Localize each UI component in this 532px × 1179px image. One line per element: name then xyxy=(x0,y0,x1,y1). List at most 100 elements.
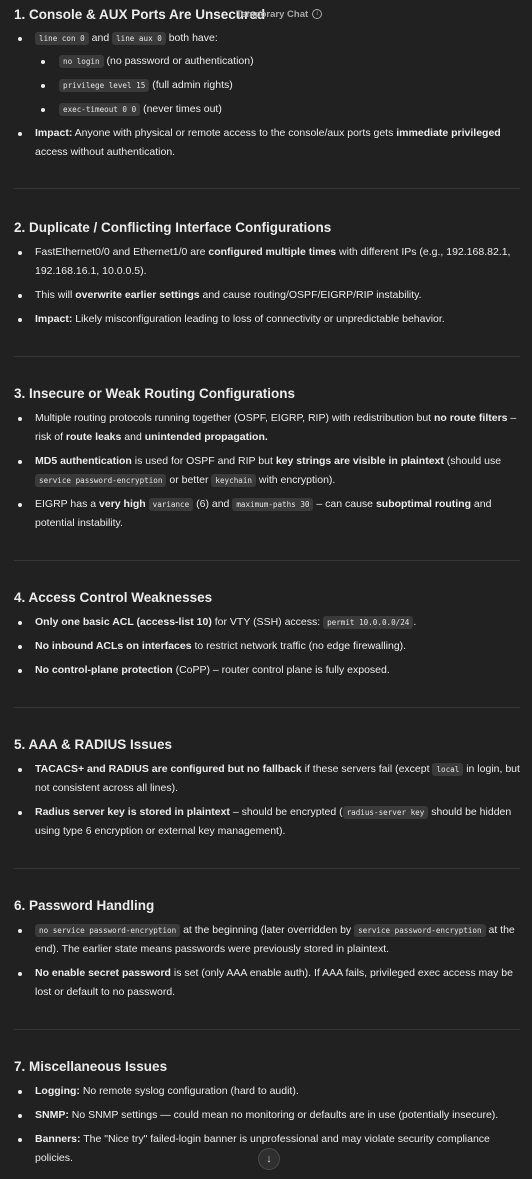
section-title: 3. Insecure or Weak Routing Configuratio… xyxy=(14,386,296,401)
text: (no password or authentication) xyxy=(103,55,254,67)
bold-text: Radius server key is stored in plaintext xyxy=(35,806,230,818)
text: if these servers fail (except xyxy=(301,763,433,775)
inline-code: radius-server key xyxy=(342,806,429,819)
text: is used for OSPF and RIP but xyxy=(131,455,276,467)
text: for VTY (SSH) access: xyxy=(211,616,324,628)
list-item: Impact: Anyone with physical or remote a… xyxy=(14,124,520,162)
section-aaa-radius: 5. AAA & RADIUS Issues TACACS+ and RADIU… xyxy=(14,736,520,841)
text: with encryption). xyxy=(255,474,336,486)
inline-code: line con 0 xyxy=(35,32,89,45)
list-item: Impact: Likely misconfiguration leading … xyxy=(14,310,520,329)
text: access without authentication. xyxy=(35,146,176,158)
section-interface-config: 2. Duplicate / Conflicting Interface Con… xyxy=(14,219,520,329)
bold-text: immediate privileged xyxy=(396,127,501,139)
bullet-list: Only one basic ACL (access-list 10) for … xyxy=(14,613,520,680)
section-divider xyxy=(14,868,520,869)
inline-code: exec-timeout 0 0 xyxy=(59,103,141,116)
bold-text: MD5 authentication xyxy=(35,455,132,467)
text: both have: xyxy=(165,32,218,44)
text: Anyone with physical or remote access to… xyxy=(72,127,397,139)
text: at the beginning (later overridden by xyxy=(180,924,355,936)
list-item: No inbound ACLs on interfaces to restric… xyxy=(14,637,520,656)
inline-code: keychain xyxy=(211,474,256,487)
section-title: 6. Password Handling xyxy=(14,898,155,913)
temporary-chat-label[interactable]: Temporary Chat i xyxy=(236,9,323,20)
list-item: Only one basic ACL (access-list 10) for … xyxy=(14,613,520,632)
text: and xyxy=(88,32,113,44)
section-title: 4. Access Control Weaknesses xyxy=(14,590,213,605)
bold-text: No control-plane protection xyxy=(35,664,173,676)
list-item: FastEthernet0/0 and Ethernet1/0 are conf… xyxy=(14,243,520,281)
text: (full admin rights) xyxy=(149,79,233,91)
section-title: 5. AAA & RADIUS Issues xyxy=(14,737,173,752)
list-item: EIGRP has a very high variance (6) and m… xyxy=(14,495,520,533)
list-item: No enable secret password is set (only A… xyxy=(14,964,520,1002)
inline-code: maximum-paths 30 xyxy=(232,498,314,511)
bold-text: No enable secret password xyxy=(35,967,171,979)
list-item: no service password-encryption at the be… xyxy=(14,921,520,959)
inline-code: permit 10.0.0.0/24 xyxy=(323,616,414,629)
bold-text: Banners: xyxy=(35,1133,81,1145)
text: or better xyxy=(166,474,212,486)
text: – should be encrypted ( xyxy=(229,806,343,818)
bold-text: Only one basic ACL (access-list 10) xyxy=(35,616,212,628)
sub-list-item: no login (no password or authentication) xyxy=(14,52,520,71)
section-access-control: 4. Access Control Weaknesses Only one ba… xyxy=(14,589,520,680)
section-console-aux: 1. Console & AUX Ports Are Unsecured lin… xyxy=(14,6,520,162)
section-title: 7. Miscellaneous Issues xyxy=(14,1059,168,1074)
section-title: 2. Duplicate / Conflicting Interface Con… xyxy=(14,220,332,235)
inline-code: service password-encryption xyxy=(35,474,167,487)
section-password-handling: 6. Password Handling no service password… xyxy=(14,897,520,1002)
inline-code: variance xyxy=(148,498,194,511)
text: and xyxy=(121,431,145,443)
text: This will xyxy=(35,289,76,301)
text: Likely misconfiguration leading to loss … xyxy=(72,313,445,325)
arrow-down-icon: ↓ xyxy=(266,1153,272,1165)
scroll-to-bottom-button[interactable]: ↓ xyxy=(258,1148,280,1170)
text: (should use xyxy=(443,455,502,467)
sub-list: no login (no password or authentication)… xyxy=(14,52,520,119)
inline-code: no login xyxy=(59,55,104,68)
list-item: Radius server key is stored in plaintext… xyxy=(14,803,520,841)
list-item: Logging: No remote syslog configuration … xyxy=(14,1082,520,1101)
inline-code: service password-encryption xyxy=(354,924,486,937)
bold-text: unintended propagation. xyxy=(144,431,268,443)
text: No SNMP settings — could mean no monitor… xyxy=(68,1109,499,1121)
bold-text: SNMP: xyxy=(35,1109,69,1121)
text: and cause routing/OSPF/EIGRP/RIP instabi… xyxy=(199,289,422,301)
inline-code: local xyxy=(432,763,464,776)
bold-text: suboptimal routing xyxy=(375,498,472,510)
list-item: SNMP: No SNMP settings — could mean no m… xyxy=(14,1106,520,1125)
text: FastEthernet0/0 and Ethernet1/0 are xyxy=(35,246,209,258)
sub-list-item: privilege level 15 (full admin rights) xyxy=(14,76,520,95)
text: No remote syslog configuration (hard to … xyxy=(79,1085,299,1097)
bold-text: TACACS+ and RADIUS are configured but no… xyxy=(35,763,302,775)
text: . xyxy=(413,616,417,628)
bold-text: no route filters xyxy=(434,412,508,424)
bold-text: overwrite earlier settings xyxy=(75,289,200,301)
section-divider xyxy=(14,356,520,357)
list-item: This will overwrite earlier settings and… xyxy=(14,286,520,305)
bold-text: No inbound ACLs on interfaces xyxy=(35,640,192,652)
section-routing-config: 3. Insecure or Weak Routing Configuratio… xyxy=(14,385,520,533)
inline-code: line aux 0 xyxy=(112,32,166,45)
info-icon[interactable]: i xyxy=(312,9,323,20)
text: to restrict network traffic (no edge fir… xyxy=(191,640,407,652)
section-divider xyxy=(14,1029,520,1030)
bold-text: Impact: xyxy=(35,313,73,325)
section-divider xyxy=(14,707,520,708)
sub-list-item: exec-timeout 0 0 (never times out) xyxy=(14,100,520,119)
text: EIGRP has a xyxy=(35,498,100,510)
bullet-list: no service password-encryption at the be… xyxy=(14,921,520,1002)
inline-code: no service password-encryption xyxy=(35,924,181,937)
text: (never times out) xyxy=(140,103,222,115)
section-divider xyxy=(14,188,520,189)
bullet-list: Multiple routing protocols running toget… xyxy=(14,409,520,533)
list-item: MD5 authentication is used for OSPF and … xyxy=(14,452,520,490)
text: (CoPP) – router control plane is fully e… xyxy=(172,664,390,676)
list-item: line con 0 and line aux 0 both have: no … xyxy=(14,29,520,119)
section-divider xyxy=(14,560,520,561)
bold-text: key strings are visible in plaintext xyxy=(275,455,444,467)
list-item: TACACS+ and RADIUS are configured but no… xyxy=(14,760,520,798)
text: – can cause xyxy=(313,498,376,510)
